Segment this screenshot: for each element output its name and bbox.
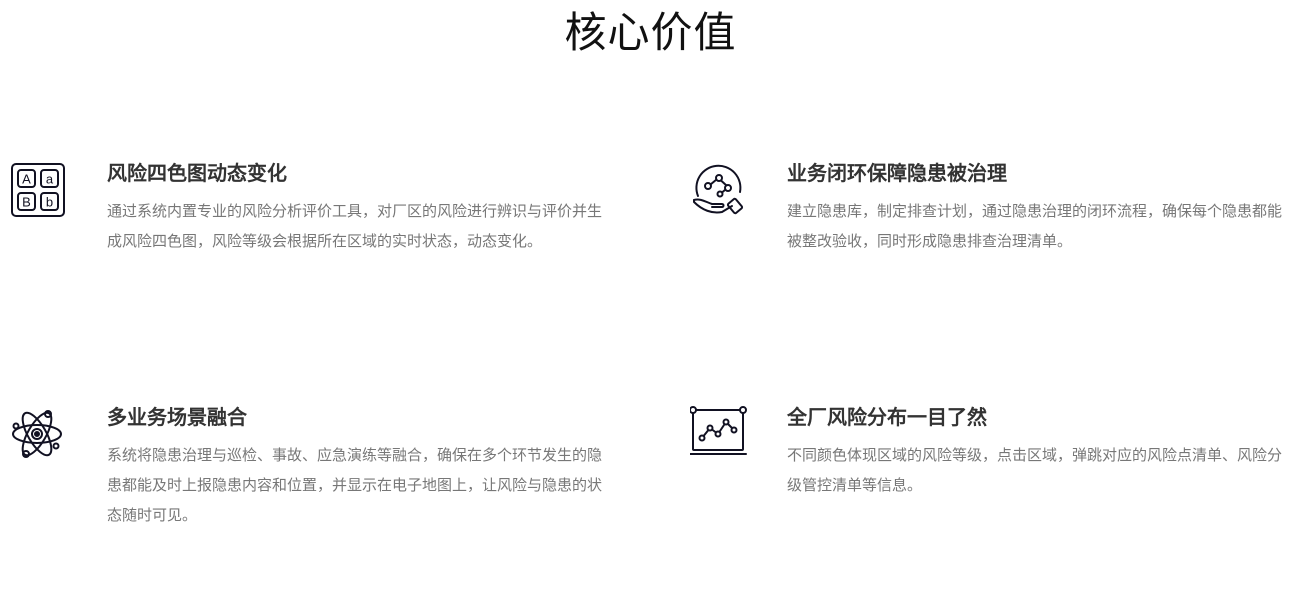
svg-text:b: b (46, 195, 53, 210)
feature-description: 不同颜色体现区域的风险等级，点击区域，弹跳对应的风险点清单、风险分级管控清单等信… (787, 446, 1283, 494)
feature-content: 业务闭环保障隐患被治理 建立隐患库，制定排查计划，通过隐患治理的闭环流程，确保每… (787, 161, 1287, 256)
feature-title: 风险四色图动态变化 (107, 161, 287, 185)
svg-text:B: B (22, 195, 31, 210)
feature-title: 多业务场景融合 (107, 405, 247, 429)
section-title: 核心价值 (564, 8, 737, 57)
feature-description: 系统将隐患治理与巡检、事故、应急演练等融合，确保在多个环节发生的隐患都能及时上报… (107, 446, 603, 524)
hand-network-icon (690, 162, 748, 220)
feature-content: 全厂风险分布一目了然 不同颜色体现区域的风险等级，点击区域，弹跳对应的风险点清单… (787, 405, 1287, 500)
feature-description: 建立隐患库，制定排查计划，通过隐患治理的闭环流程，确保每个隐患都能被整改验收，同… (787, 202, 1283, 250)
feature-title: 业务闭环保障隐患被治理 (787, 161, 1007, 185)
core-value-section: 核心价值 A a B b 风险四色图动态变化 通过系统内置专业的风险分析评价工具… (0, 0, 1301, 615)
feature-description: 通过系统内置专业的风险分析评价工具，对厂区的风险进行辨识与评价并生成风险四色图，… (107, 202, 603, 250)
chart-board-icon (690, 406, 748, 464)
atom-icon (10, 406, 68, 464)
abc-letters-icon: A a B b (10, 162, 68, 220)
feature-content: 风险四色图动态变化 通过系统内置专业的风险分析评价工具，对厂区的风险进行辨识与评… (107, 161, 607, 256)
feature-title: 全厂风险分布一目了然 (787, 405, 987, 429)
svg-text:a: a (46, 172, 54, 187)
svg-text:A: A (22, 172, 31, 187)
feature-content: 多业务场景融合 系统将隐患治理与巡检、事故、应急演练等融合，确保在多个环节发生的… (107, 405, 607, 530)
